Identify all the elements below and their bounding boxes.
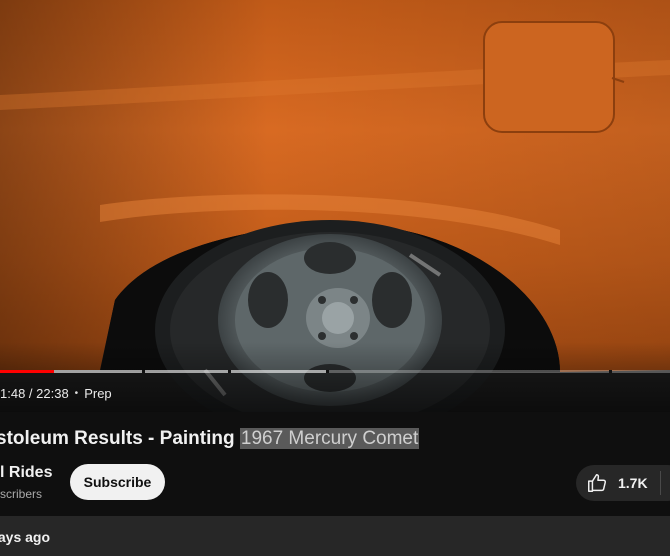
chapter-title[interactable]: Prep bbox=[84, 386, 111, 401]
progress-played bbox=[0, 370, 54, 373]
time-display: 1:48 / 22:38 • Prep bbox=[0, 385, 112, 401]
video-player[interactable]: 1:48 / 22:38 • Prep bbox=[0, 0, 670, 412]
like-button[interactable]: 1.7K bbox=[576, 465, 660, 501]
chapter-marker bbox=[326, 370, 329, 373]
chapter-marker bbox=[228, 370, 231, 373]
subscriber-count: scribers bbox=[0, 487, 43, 501]
separator-dot: • bbox=[74, 387, 79, 399]
chapter-marker bbox=[609, 370, 612, 373]
subscribe-button[interactable]: Subscribe bbox=[70, 464, 165, 500]
upload-date: lays ago bbox=[0, 529, 51, 545]
video-title-highlight: 1967 Mercury Comet bbox=[239, 428, 420, 449]
thumbs-up-icon bbox=[586, 472, 608, 494]
channel-name[interactable]: l Rides bbox=[0, 464, 52, 482]
like-count: 1.7K bbox=[618, 475, 648, 491]
progress-bar[interactable] bbox=[0, 370, 670, 373]
like-divider bbox=[659, 471, 661, 495]
description-box[interactable] bbox=[0, 516, 670, 556]
chapter-marker bbox=[142, 370, 145, 373]
controls-gradient bbox=[0, 342, 670, 412]
like-dislike-group: 1.7K bbox=[576, 465, 670, 501]
video-title: stoleum Results - Painting 1967 Mercury … bbox=[0, 424, 420, 454]
video-title-text: stoleum Results - Painting bbox=[0, 428, 240, 449]
time-readout: 1:48 / 22:38 bbox=[0, 385, 69, 401]
